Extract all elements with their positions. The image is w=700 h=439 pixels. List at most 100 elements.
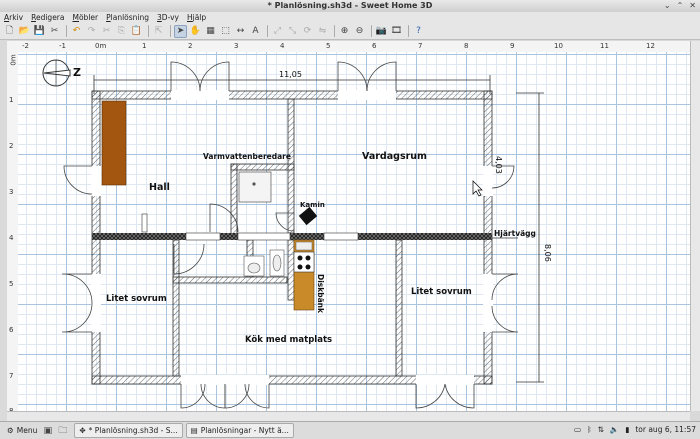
wardrobe[interactable] — [101, 100, 127, 186]
label-hjartvagg: Hjärtvägg — [494, 229, 536, 238]
label-diskbank: Diskbänk — [316, 274, 325, 314]
workspace-icon[interactable]: ▭ — [574, 425, 581, 434]
task-sweet-home[interactable]: ✥ * Planlösning.sh3d - S... — [74, 423, 183, 438]
document-icon: ▤ — [190, 426, 198, 435]
ruler-label: 7 — [418, 42, 423, 50]
menu-planlosning[interactable]: Planlösning — [102, 12, 153, 23]
ruler-label: 4 — [9, 234, 14, 242]
room-label-hall: Hall — [149, 182, 170, 193]
ruler-label: 10 — [554, 42, 563, 50]
terminal-launcher-icon[interactable]: ▣ — [41, 424, 54, 437]
window-title: * Planlösning.sh3d - Sweet Home 3D — [267, 1, 433, 10]
ruler-label: 9 — [510, 42, 515, 50]
dimension-part-label: 4,03 — [494, 156, 503, 174]
task-label: * Planlösning.sh3d - S... — [88, 426, 178, 435]
label-varmvattenberedare: Varmvattenberedare — [203, 152, 291, 161]
save-icon[interactable]: 💾 — [33, 25, 46, 38]
redo-icon[interactable]: ↷ — [85, 25, 98, 38]
toolbar-separator — [267, 25, 268, 37]
toolbar-separator — [148, 25, 149, 37]
video-icon[interactable]: 🎞 — [390, 25, 403, 38]
toolbar-separator — [371, 25, 372, 37]
flip-icon[interactable]: ⇋ — [316, 25, 329, 38]
label-kamin: Kamin — [300, 201, 325, 209]
task-planlosningar[interactable]: ▤ Planlösningar - Nytt ä... — [185, 423, 294, 438]
toolbar-separator — [66, 25, 67, 37]
files-launcher-icon[interactable]: 🗀 — [56, 424, 69, 437]
cut-tools-icon[interactable]: ✂ — [48, 25, 61, 38]
rotate-icon[interactable]: ⟳ — [301, 25, 314, 38]
toolbar-separator — [408, 25, 409, 37]
add-text-icon[interactable]: A — [249, 25, 262, 38]
new-icon[interactable]: 🗋 — [3, 25, 16, 38]
select-icon[interactable]: ➤ — [174, 24, 187, 38]
kitchen-counter[interactable] — [293, 239, 315, 311]
room-label-kok: Kök med matplats — [245, 335, 332, 345]
ruler-label: 7 — [9, 372, 14, 380]
create-dimensions-icon[interactable]: ↔ — [234, 25, 247, 38]
toilet[interactable] — [243, 255, 265, 277]
start-menu-button[interactable]: ⚙ Menu — [3, 424, 41, 437]
pan-icon[interactable]: ✋ — [189, 25, 202, 38]
sink[interactable] — [269, 249, 285, 277]
floor-plan[interactable]: Z 11,05 8,06 4,03 Hall Vardagsrum Litet … — [18, 52, 690, 411]
ruler-label: -1 — [59, 42, 66, 50]
dimension-width-label: 11,05 — [279, 70, 302, 79]
start-menu-label: Menu — [16, 426, 38, 435]
system-tray: ▭ ᛒ ⇅ 🔈 ▮ tor aug 6, 11:57 — [574, 425, 696, 434]
create-walls-icon[interactable]: ▦ — [204, 25, 217, 38]
copy-icon[interactable]: ⎘ — [115, 25, 128, 38]
room-label-litet-sovrum-right: Litet sovrum — [411, 287, 472, 297]
compass-label: Z — [73, 66, 81, 79]
minimize-button[interactable]: ⌄ — [664, 1, 671, 10]
menu-bar: Arkiv Redigera Möbler Planlösning 3D-vy … — [0, 12, 700, 23]
create-rooms-icon[interactable]: ⬚ — [219, 25, 232, 38]
coat-rack[interactable] — [141, 213, 148, 233]
paste-icon[interactable]: 📋 — [130, 25, 143, 38]
heart-wall[interactable] — [92, 232, 492, 241]
enlarge-icon[interactable]: ⤢ — [271, 25, 284, 38]
ruler-label: 3 — [234, 42, 239, 50]
menu-3d-vy[interactable]: 3D-vy — [153, 12, 183, 23]
close-button[interactable]: ✕ — [689, 1, 696, 10]
undo-icon[interactable]: ↶ — [70, 25, 83, 38]
vertical-scrollbar[interactable] — [690, 41, 700, 411]
ruler-corner — [7, 41, 18, 52]
zoom-in-icon[interactable]: ⊕ — [338, 25, 351, 38]
volume-icon[interactable]: 🔈 — [610, 425, 619, 434]
ruler-label: 12 — [646, 42, 655, 50]
zoom-out-icon[interactable]: ⊖ — [353, 25, 366, 38]
toolbar: 🗋 📂 💾 ✂ ↶ ↷ ✂ ⎘ 📋 ⇱ ➤ ✋ ▦ ⬚ ↔ A ⤢ ⤡ ⟳ ⇋ … — [0, 23, 700, 40]
stove-kamin[interactable] — [298, 206, 318, 226]
open-icon[interactable]: 📂 — [18, 25, 31, 38]
gear-icon: ⚙ — [7, 426, 14, 435]
network-icon[interactable]: ⇅ — [598, 425, 604, 434]
ruler-label: 2 — [9, 142, 14, 150]
help-icon[interactable]: ? — [412, 25, 425, 38]
ruler-label: 5 — [9, 280, 14, 288]
menu-redigera[interactable]: Redigera — [27, 12, 68, 23]
dimension-height-label: 8,06 — [543, 244, 552, 262]
room-label-litet-sovrum-left: Litet sovrum — [106, 294, 167, 304]
taskbar: ⚙ Menu ▣ 🗀 ✥ * Planlösning.sh3d - S... ▤… — [0, 421, 700, 439]
ruler-label: 1 — [142, 42, 147, 50]
add-furniture-icon[interactable]: ⇱ — [152, 25, 165, 38]
menu-hjalp[interactable]: Hjälp — [183, 12, 210, 23]
mouse-cursor-icon — [472, 180, 483, 197]
maximize-button[interactable]: ⌃ — [677, 1, 684, 10]
room-label-vardagsrum: Vardagsrum — [362, 151, 427, 162]
ruler-label: 8 — [464, 42, 469, 50]
battery-icon[interactable]: ▮ — [625, 425, 629, 434]
menu-arkiv[interactable]: Arkiv — [0, 12, 27, 23]
compass-icon[interactable] — [42, 59, 71, 87]
stove[interactable] — [293, 251, 315, 273]
photo-icon[interactable]: 📷 — [375, 25, 388, 38]
menu-mobler[interactable]: Möbler — [68, 12, 102, 23]
ruler-label: 0m — [9, 54, 18, 66]
plan-canvas[interactable]: Z 11,05 8,06 4,03 Hall Vardagsrum Litet … — [18, 52, 690, 411]
reduce-icon[interactable]: ⤡ — [286, 25, 299, 38]
bluetooth-icon[interactable]: ᛒ — [587, 425, 592, 434]
cut-icon[interactable]: ✂ — [100, 25, 113, 38]
water-heater[interactable] — [238, 171, 272, 203]
clock[interactable]: tor aug 6, 11:57 — [635, 425, 696, 434]
